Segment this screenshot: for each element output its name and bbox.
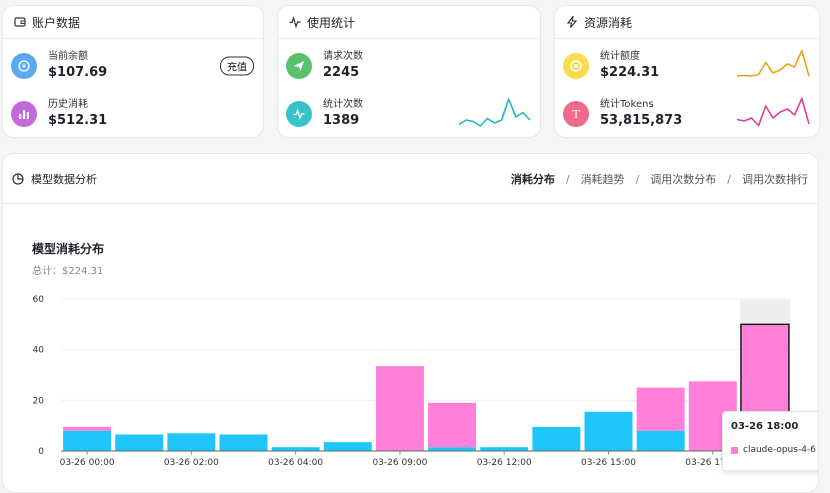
send-icon: [286, 53, 312, 79]
svg-text:T: T: [572, 108, 580, 121]
tooltip-title: 03-26 18:00: [731, 421, 799, 432]
tokens-value: 53,815,873: [600, 112, 683, 128]
bar-segment[interactable]: [532, 426, 581, 451]
bar-segment[interactable]: [428, 402, 477, 448]
quota-value: $224.31: [600, 64, 660, 80]
chart-tooltip: 03-26 18:00 claude-opus-4-6: [722, 411, 818, 471]
tokens-label: 统计Tokens: [600, 99, 654, 111]
requests-row: 请求次数 2245: [278, 44, 540, 88]
activity-icon: [286, 101, 312, 127]
model-analysis-card: 模型数据分析 消耗分布 / 消耗趋势 / 调用次数分布 / 调用次数排行 模型消…: [2, 153, 819, 493]
tokens-row: T 统计Tokens 53,815,873: [555, 92, 819, 136]
usage-card-header: 使用统计: [278, 6, 540, 39]
bar-segment[interactable]: [115, 434, 164, 451]
history-row: 历史消耗 $512.31: [3, 92, 263, 136]
balance-value: $107.69: [48, 64, 108, 80]
usage-card-title: 使用统计: [307, 15, 356, 30]
calls-label: 统计次数: [323, 99, 363, 111]
sparkline-path: [736, 97, 810, 127]
account-card-header: 账户数据: [3, 6, 263, 39]
pulse-icon: [289, 16, 301, 28]
lightning-icon: [566, 16, 578, 28]
account-card: 账户数据 ¥ 当前余额 $107.69 充值 历史消耗 $512.31: [2, 5, 264, 138]
quota-sparkline: [736, 49, 810, 77]
sparkline-path: [736, 49, 810, 77]
bar-segment[interactable]: [271, 447, 320, 451]
bar-segment[interactable]: [63, 426, 112, 431]
x-tick-label: 03-26 09:00: [372, 458, 427, 468]
y-tick-label: 20: [33, 396, 45, 406]
bar-segment[interactable]: [584, 411, 633, 451]
y-tick-label: 60: [33, 295, 45, 305]
calls-value: 1389: [323, 112, 360, 128]
x-tick-label: 03-26 12:00: [477, 458, 532, 468]
recharge-button[interactable]: 充值: [220, 56, 254, 76]
resource-card-header: 资源消耗: [555, 6, 819, 39]
bar-segment[interactable]: [636, 430, 685, 451]
usage-sparkline: [458, 98, 531, 127]
bar-segment[interactable]: [63, 430, 112, 451]
resource-card-title: 资源消耗: [584, 15, 633, 30]
bar-segment[interactable]: [428, 447, 477, 451]
x-tick-label: 03-26 02:00: [164, 458, 219, 468]
usage-card: 使用统计 请求次数 2245 统计次数 1389: [277, 5, 541, 138]
text-icon: T: [563, 101, 589, 127]
history-value: $512.31: [48, 112, 108, 128]
y-tick-label: 40: [33, 346, 45, 356]
wallet-icon: [14, 17, 26, 27]
balance-icon: ¥: [11, 53, 37, 79]
bar-segment[interactable]: [480, 447, 529, 451]
bar-segment[interactable]: [375, 366, 424, 451]
quota-label: 统计额度: [600, 51, 640, 63]
tooltip-swatch: [731, 446, 738, 454]
sparkline-path: [458, 98, 531, 127]
history-label: 历史消耗: [48, 99, 88, 111]
bar-segment[interactable]: [219, 434, 268, 451]
bar-segment[interactable]: [323, 442, 372, 451]
tokens-sparkline: [736, 97, 810, 127]
bar-segment[interactable]: [636, 387, 685, 431]
x-tick-label: 03-26 00:00: [60, 458, 115, 468]
tooltip-series-row: claude-opus-4-6: [731, 445, 818, 455]
coin-icon: [563, 53, 589, 79]
calls-row: 统计次数 1389: [278, 92, 540, 136]
x-tick-label: 03-26 04:00: [268, 458, 323, 468]
balance-label: 当前余额: [48, 51, 88, 63]
account-card-title: 账户数据: [32, 15, 81, 30]
x-tick-label: 03-26 15:00: [581, 458, 636, 468]
balance-row: ¥ 当前余额 $107.69 充值: [3, 44, 263, 88]
resource-card: 资源消耗 统计额度 $224.31 T 统计Tokens 53,815,873: [554, 5, 820, 138]
bar-segment[interactable]: [167, 433, 216, 451]
requests-value: 2245: [323, 64, 360, 80]
y-tick-label: 0: [38, 447, 44, 457]
tooltip-series-label: claude-opus-4-6: [743, 445, 816, 455]
svg-text:¥: ¥: [22, 63, 27, 71]
consumption-bar-chart: 0 20 40 60 03-26 00:00 03-26 02:00 03-26 04:00…: [33, 295, 793, 468]
requests-label: 请求次数: [323, 51, 363, 63]
bar-chart-icon: [11, 101, 37, 127]
quota-row: 统计额度 $224.31: [555, 44, 819, 88]
